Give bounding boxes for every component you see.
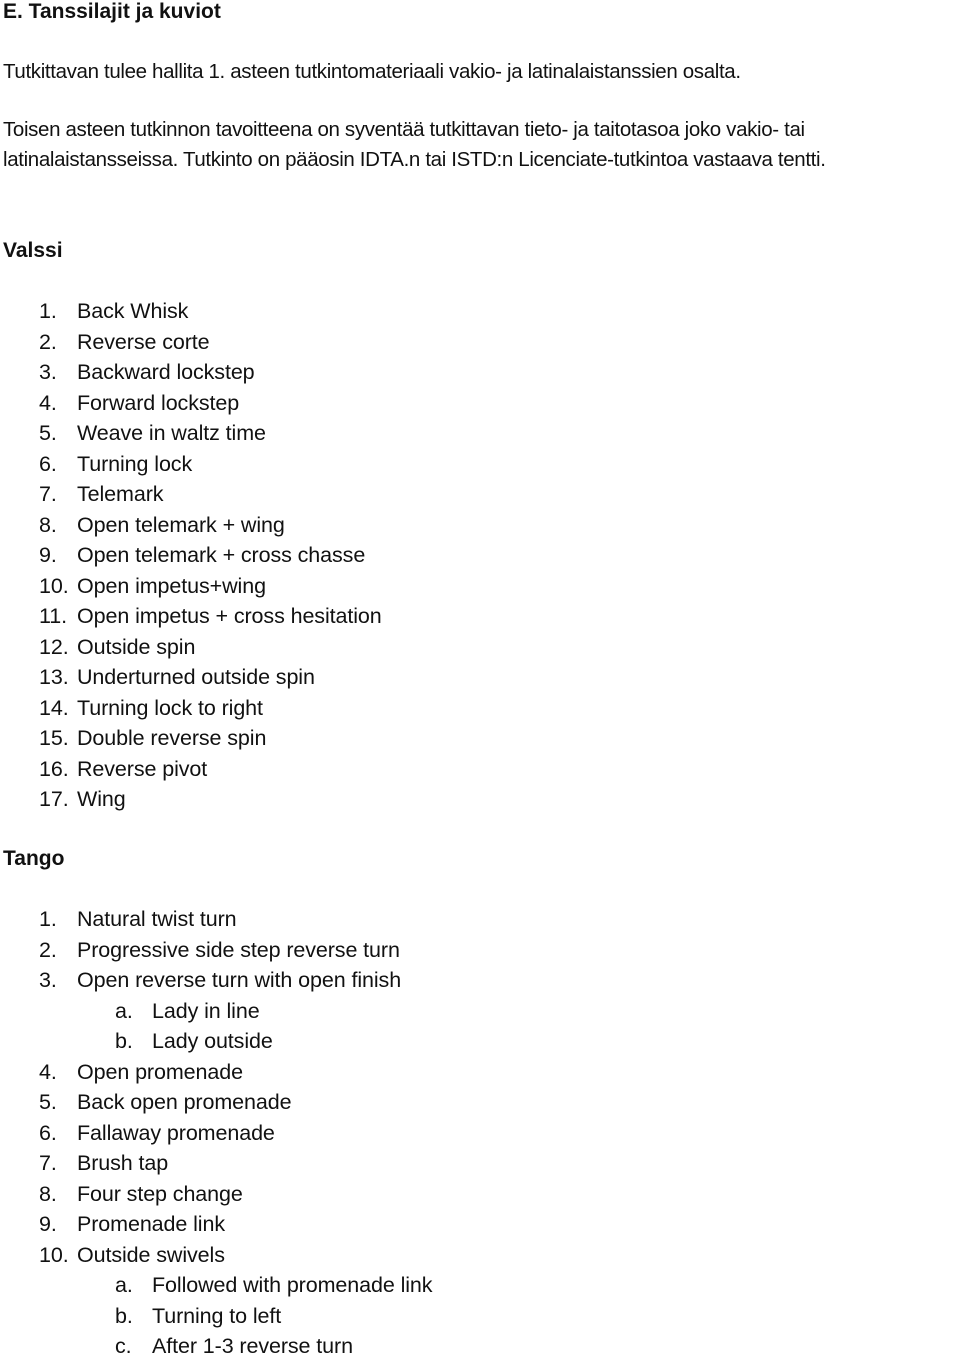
list-marker: 10. (39, 1242, 69, 1267)
list-item-text: Open promenade (77, 1059, 243, 1084)
list-marker: c. (115, 1334, 132, 1358)
list-marker: 9. (39, 543, 57, 567)
list-item-text: Open impetus+wing (77, 573, 266, 598)
list-marker: 6. (39, 1120, 57, 1145)
list-item-text: Open telemark + wing (77, 512, 285, 537)
list-item-text: Wing (77, 787, 126, 811)
list-marker: 2. (39, 329, 57, 354)
list-item-text: Outside swivels (77, 1242, 225, 1267)
list-marker: 14. (39, 695, 69, 720)
paragraph-2-line-1: Toisen asteen tutkinnon tavoitteena on s… (3, 118, 805, 141)
list-item-text: Double reverse spin (77, 726, 267, 750)
list-marker: 15. (39, 726, 69, 750)
list-marker: 3. (39, 968, 57, 992)
list-item-text: Turning to left (152, 1303, 282, 1328)
list-marker: 10. (39, 573, 69, 598)
list-marker: 3. (39, 360, 57, 384)
list-marker: b. (115, 1303, 133, 1328)
list-item-text: Backward lockstep (77, 360, 255, 384)
list-item-text: Open reverse turn with open finish (77, 968, 402, 992)
list-item-text: Lady outside (152, 1029, 273, 1053)
list-item-text: Open telemark + cross chasse (77, 543, 366, 567)
list-marker: 7. (39, 1151, 57, 1175)
list-item-text: Open impetus + cross hesitation (77, 604, 382, 628)
list-marker: 16. (39, 756, 69, 781)
list-marker: 17. (39, 787, 69, 811)
list-marker: 1. (39, 299, 57, 323)
list-item-text: Telemark (77, 482, 164, 506)
paragraph-2-line-2: latinalaistansseissa. Tutkinto on pääosi… (3, 148, 826, 171)
list-item-text: Four step change (77, 1181, 243, 1206)
list-item-text: Underturned outside spin (77, 665, 315, 689)
list-item-text: Natural twist turn (77, 907, 237, 931)
list-marker: 8. (39, 1181, 57, 1206)
list-marker: 11. (39, 604, 67, 628)
list-marker: 4. (39, 390, 57, 415)
list-marker: 13. (39, 665, 69, 689)
list-marker: 9. (39, 1212, 57, 1236)
list-item-text: Forward lockstep (77, 390, 240, 415)
list-marker: 12. (39, 634, 69, 659)
list-marker: 4. (39, 1059, 57, 1084)
list-item-text: After 1-3 reverse turn (152, 1334, 353, 1358)
section-heading-valssi: Valssi (3, 239, 63, 262)
list-item-text: Back Whisk (77, 299, 189, 323)
list-marker: 7. (39, 482, 57, 506)
list-item-text: Promenade link (77, 1212, 225, 1236)
section-heading-tango: Tango (3, 847, 65, 870)
list-marker: b. (115, 1029, 133, 1053)
list-item-text: Turning lock to right (77, 695, 263, 720)
list-item-text: Outside spin (77, 634, 196, 659)
list-item-text: Fallaway promenade (77, 1120, 275, 1145)
list-marker: 6. (39, 451, 57, 476)
list-marker: a. (115, 1273, 133, 1297)
list-item-text: Turning lock (77, 451, 193, 476)
paragraph-1: Tutkittavan tulee hallita 1. asteen tutk… (3, 60, 741, 83)
list-item-text: Progressive side step reverse turn (77, 937, 400, 962)
list-marker: 5. (39, 1090, 57, 1114)
list-item-text: Reverse pivot (77, 756, 208, 781)
list-item-text: Followed with promenade link (152, 1273, 433, 1297)
list-item-text: Back open promenade (77, 1090, 292, 1114)
list-marker: a. (115, 998, 133, 1023)
list-marker: 1. (39, 907, 57, 931)
list-item-text: Reverse corte (77, 329, 210, 354)
list-marker: 8. (39, 512, 57, 537)
list-item-text: Weave in waltz time (77, 421, 266, 445)
list-marker: 5. (39, 421, 57, 445)
list-item-text: Brush tap (77, 1151, 169, 1175)
list-marker: 2. (39, 937, 57, 962)
document-title: E. Tanssilajit ja kuviot (3, 0, 221, 23)
list-item-text: Lady in line (152, 998, 260, 1023)
